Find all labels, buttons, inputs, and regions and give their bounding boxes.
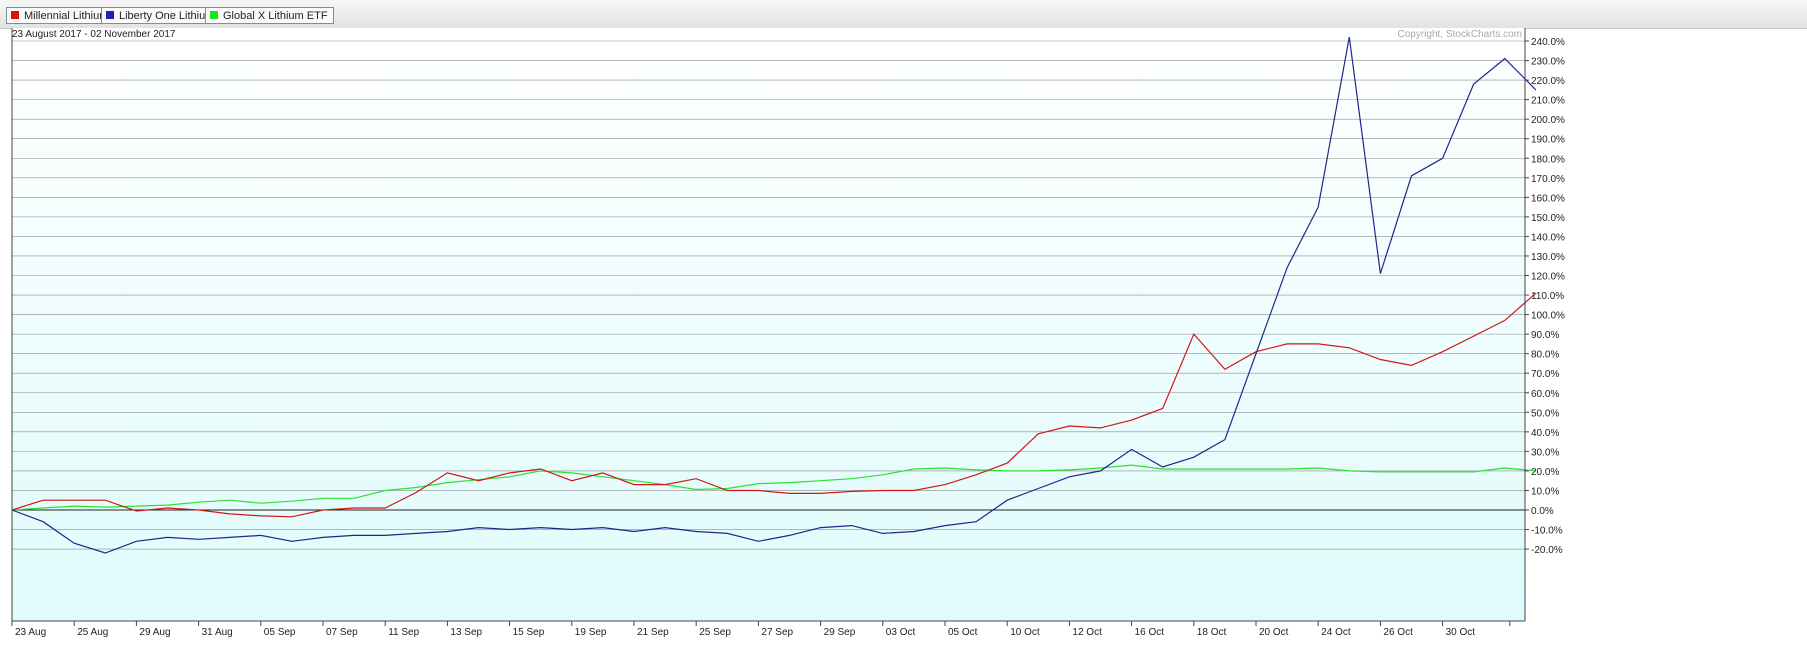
line-chart: -20.0% -10.0% 0.0% 10.0% 20.0% 30.0% 40.0% 50.0… [11,28,1565,638]
x-tick-label: 19 Sep [575,627,607,638]
y-tick-label: 130.0% [1531,252,1565,263]
series-color-swatch [106,11,114,19]
legend-label: Millennial Lithium [24,10,109,22]
y-tick-label: -20.0% [1531,545,1563,556]
x-tick-label: 10 Oct [1010,627,1040,638]
y-tick-label: 180.0% [1531,154,1565,165]
x-tick-label: 29 Sep [824,627,856,638]
x-tick-label: 13 Sep [450,627,482,638]
x-tick-label: 05 Sep [264,627,296,638]
y-tick-label: 170.0% [1531,174,1565,185]
y-tick-label: 150.0% [1531,213,1565,224]
y-tick-label: 50.0% [1531,408,1559,419]
x-tick-label: 05 Oct [948,627,978,638]
x-tick-label: 26 Oct [1383,627,1413,638]
x-tick-label: 03 Oct [886,627,916,638]
y-tick-label: 0.0% [1531,506,1554,517]
x-tick-label: 18 Oct [1197,627,1227,638]
legend-label: Liberty One Lithium [119,10,215,22]
x-tick-label: 25 Sep [699,627,731,638]
copyright-label: Copyright, StockCharts.com [1398,29,1523,40]
x-tick-label: 07 Sep [326,627,358,638]
y-tick-label: 60.0% [1531,389,1559,400]
series-color-swatch [210,11,218,19]
x-tick-label: 30 Oct [1446,627,1476,638]
y-tick-label: 90.0% [1531,330,1559,341]
y-axis: -20.0% -10.0% 0.0% 10.0% 20.0% 30.0% 40.0% 50.0… [1525,37,1565,556]
y-tick-label: 10.0% [1531,486,1559,497]
y-tick-label: 160.0% [1531,193,1565,204]
y-tick-label: 100.0% [1531,311,1565,322]
x-axis: 23 Aug 25 Aug 29 Aug 31 Aug 05 Sep 07 Sep 11 S… [11,621,1511,638]
y-tick-label: 80.0% [1531,350,1559,361]
y-tick-label: 110.0% [1531,291,1564,302]
legend-item-millennial-lithium[interactable]: Millennial Lithium [6,7,115,24]
legend-item-global-x-lithium-etf[interactable]: Global X Lithium ETF [205,7,334,24]
y-tick-label: 40.0% [1531,428,1559,439]
legend-bar: Millennial Lithium Liberty One Lithium G… [0,0,1807,29]
x-tick-label: 27 Sep [761,627,793,638]
y-tick-label: 140.0% [1531,232,1565,243]
y-tick-label: 240.0% [1531,37,1565,48]
plot-background [12,28,1525,621]
x-tick-label: 24 Oct [1321,627,1351,638]
date-range-label: 23 August 2017 - 02 November 2017 [12,29,176,40]
x-tick-label: 25 Aug [77,627,108,638]
series-color-swatch [11,11,19,19]
y-tick-label: 230.0% [1531,57,1565,68]
x-tick-label: 29 Aug [139,627,170,638]
x-tick-label: 16 Oct [1135,627,1165,638]
y-tick-label: 70.0% [1531,369,1559,380]
y-tick-label: -10.0% [1531,526,1563,537]
y-tick-label: 190.0% [1531,135,1565,146]
x-tick-label: 21 Sep [637,627,669,638]
x-tick-label: 11 Sep [388,627,419,638]
legend-label: Global X Lithium ETF [223,10,328,22]
y-tick-label: 200.0% [1531,115,1565,126]
y-tick-label: 120.0% [1531,272,1565,283]
legend-item-liberty-one-lithium[interactable]: Liberty One Lithium [101,7,221,24]
y-tick-label: 30.0% [1531,447,1559,458]
y-tick-label: 210.0% [1531,96,1565,107]
x-tick-label: 31 Aug [202,627,233,638]
x-tick-label: 12 Oct [1072,627,1102,638]
x-tick-label: 23 Aug [15,627,46,638]
x-tick-label: 15 Sep [513,627,545,638]
x-tick-label: 20 Oct [1259,627,1289,638]
y-tick-label: 220.0% [1531,76,1565,87]
y-tick-label: 20.0% [1531,467,1559,478]
